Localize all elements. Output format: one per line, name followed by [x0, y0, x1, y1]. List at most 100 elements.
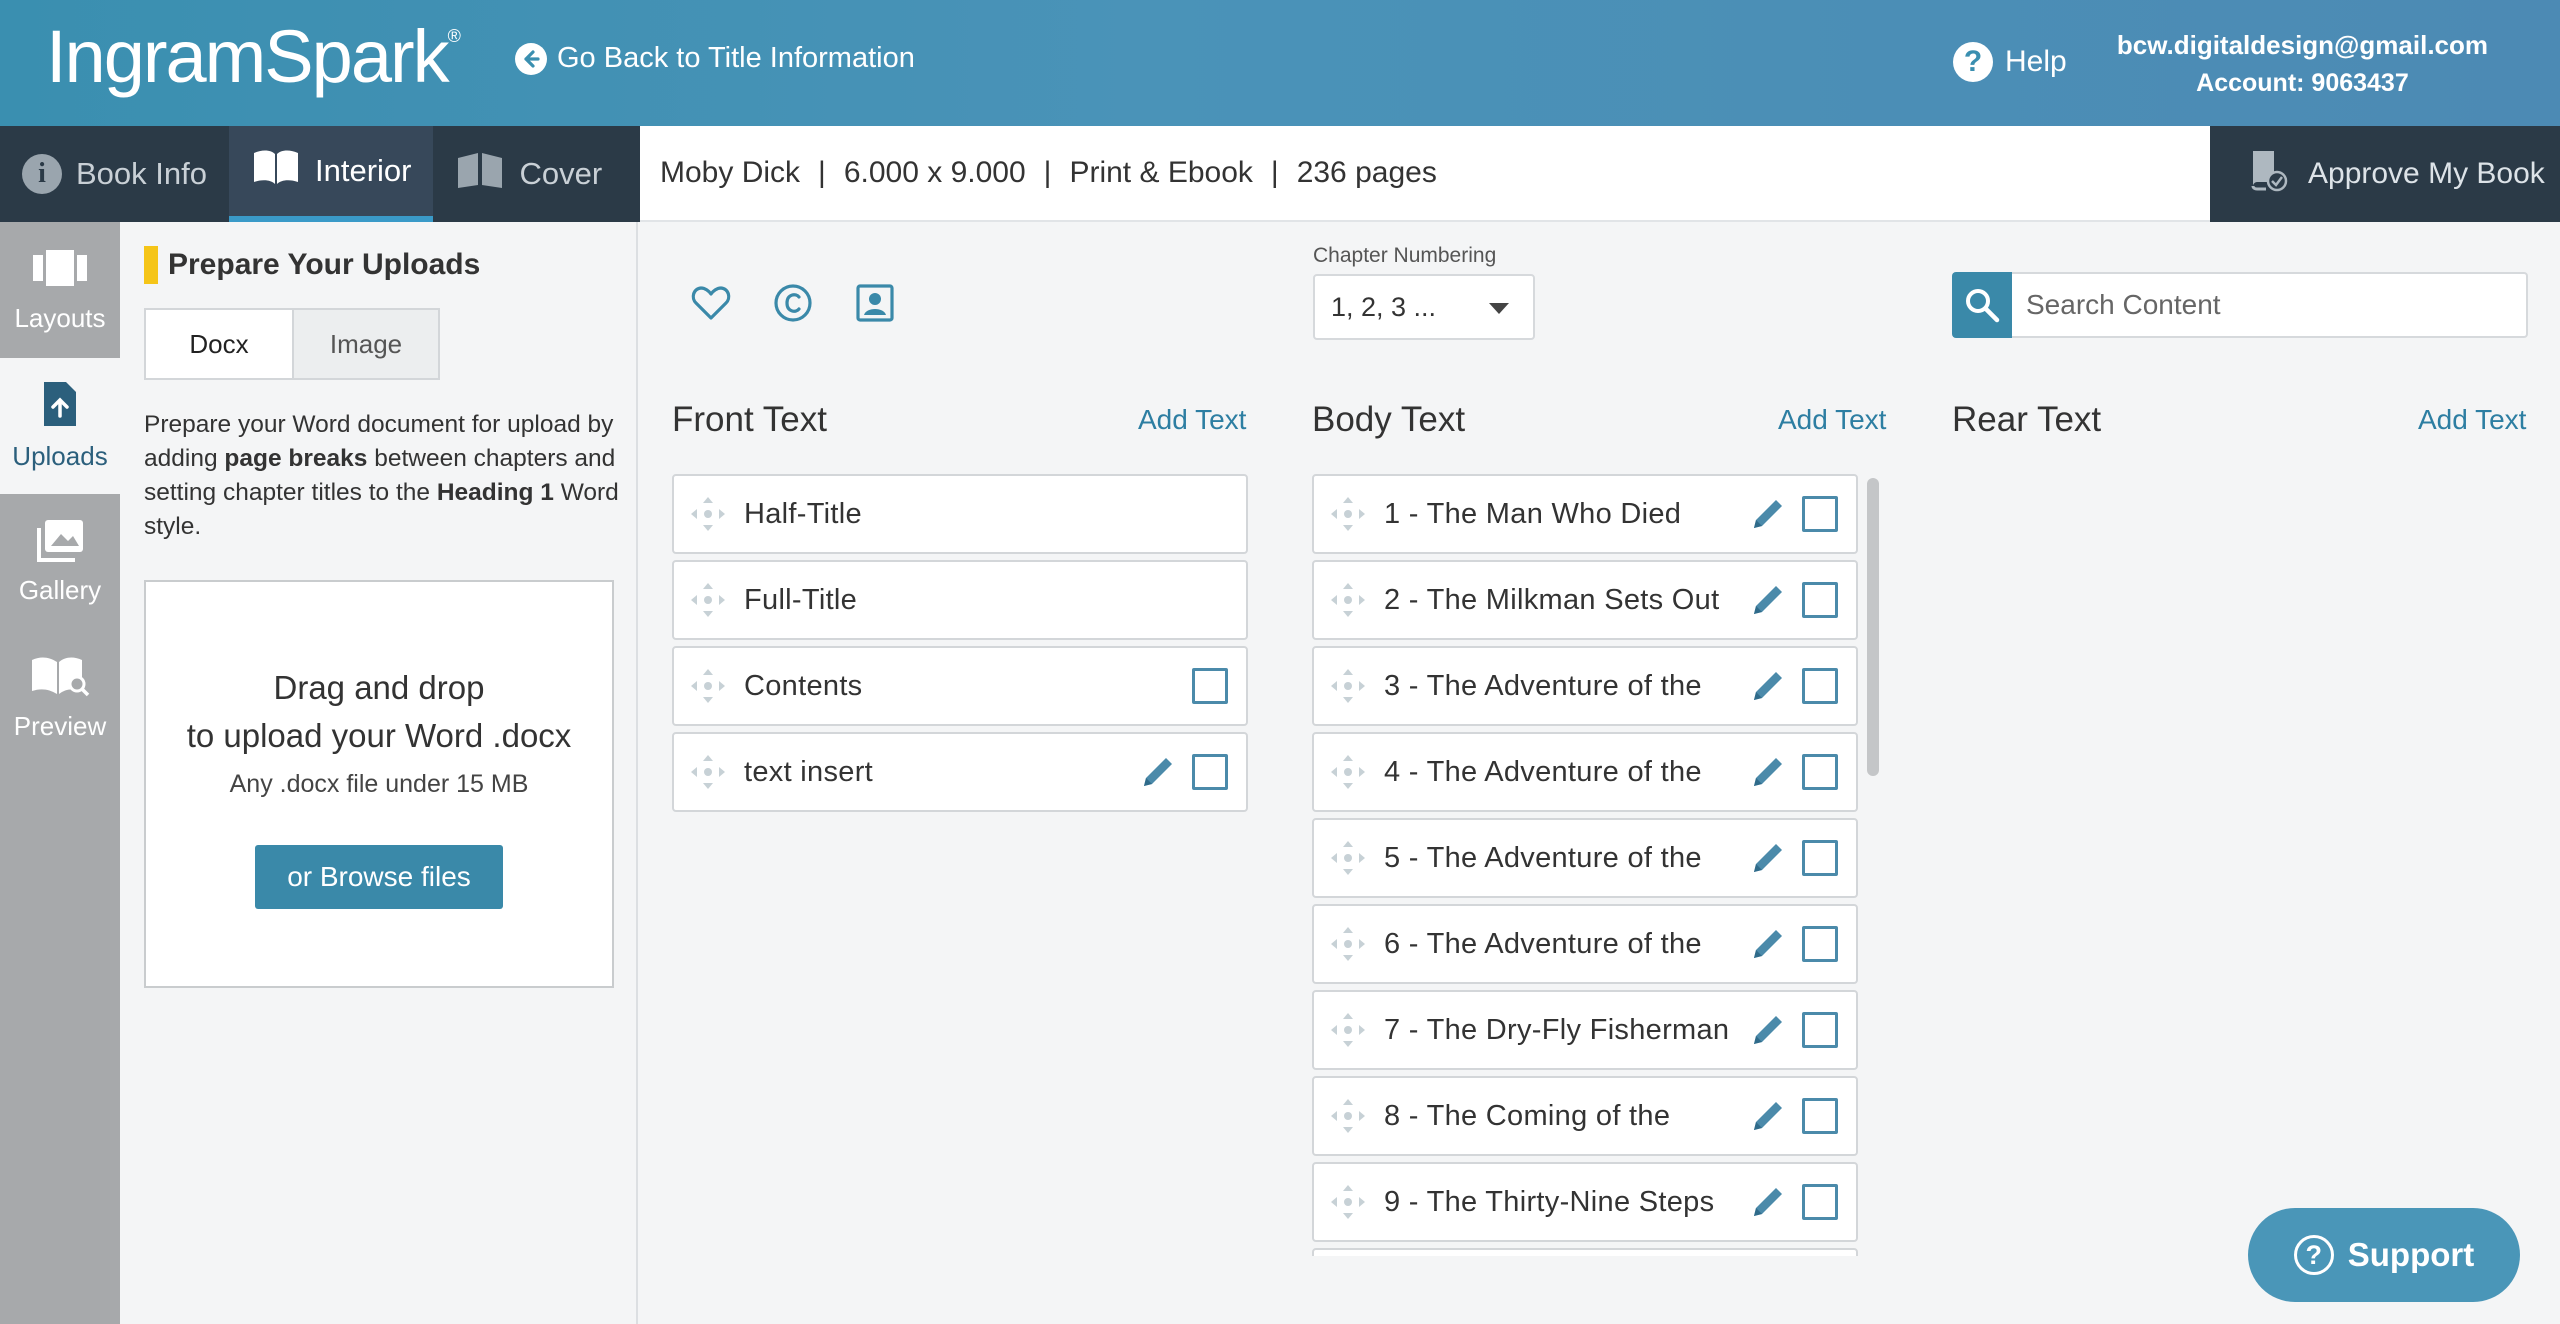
gallery-icon — [35, 518, 85, 569]
tab-label: Interior — [314, 153, 412, 188]
rear-add-text-link[interactable]: Add Text — [2418, 404, 2526, 436]
account-number: Account: 9063437 — [2196, 69, 2409, 97]
drag-handle-icon[interactable] — [688, 580, 728, 620]
list-item[interactable]: 3 - The Adventure of the — [1312, 646, 1858, 726]
list-item[interactable]: 4 - The Adventure of the — [1312, 732, 1858, 812]
pencil-icon[interactable] — [1748, 838, 1788, 878]
list-item[interactable]: 5 - The Adventure of the — [1312, 818, 1858, 898]
drop-line: to upload your Word .docx — [186, 717, 572, 754]
drag-handle-icon[interactable] — [688, 666, 728, 706]
heart-icon[interactable] — [690, 282, 732, 324]
list-item[interactable]: 8 - The Coming of the — [1312, 1076, 1858, 1156]
drag-handle-icon[interactable] — [1328, 1096, 1368, 1136]
list-item[interactable]: 9 - The Thirty-Nine Steps — [1312, 1162, 1858, 1242]
search-input[interactable] — [2012, 272, 2528, 338]
uploads-title-text: Prepare Your Uploads — [168, 248, 481, 281]
pencil-icon[interactable] — [1748, 924, 1788, 964]
drag-handle-icon[interactable] — [1328, 494, 1368, 534]
body-add-text-link[interactable]: Add Text — [1778, 404, 1886, 436]
pencil-icon[interactable] — [1748, 752, 1788, 792]
nav-label: Uploads — [12, 441, 108, 471]
drag-handle-icon[interactable] — [1328, 1182, 1368, 1222]
pencil-icon[interactable] — [1748, 1096, 1788, 1136]
book-page-count: 236 pages — [1296, 156, 1437, 189]
tab-interior[interactable]: Interior — [228, 126, 434, 222]
item-checkbox[interactable] — [1802, 582, 1838, 618]
chapter-numbering-label: Chapter Numbering — [1313, 244, 1497, 267]
drop-line: Drag and drop — [273, 669, 485, 706]
ingramspark-logo[interactable]: IngramSpark® — [46, 14, 461, 99]
nav-gallery[interactable]: Gallery — [0, 494, 120, 630]
tab-label: Book Info — [76, 156, 207, 191]
item-label: 1 - The Man Who Died — [1384, 497, 1682, 530]
nav-preview[interactable]: Preview — [0, 630, 120, 766]
list-item[interactable]: Full-Title — [672, 560, 1248, 640]
item-checkbox[interactable] — [1192, 668, 1228, 704]
drop-heading: Drag and drop to upload your Word .docx — [146, 664, 612, 760]
list-item[interactable]: Half-Title — [672, 474, 1248, 554]
separator: | — [818, 156, 826, 189]
account-email: bcw.digitaldesign@gmail.com — [2116, 30, 2488, 60]
list-item[interactable]: 1 - The Man Who Died — [1312, 474, 1858, 554]
item-checkbox[interactable] — [1802, 1098, 1838, 1134]
drag-handle-icon[interactable] — [688, 752, 728, 792]
seg-docx[interactable]: Docx — [146, 310, 292, 378]
tab-cover[interactable]: Cover — [433, 126, 624, 222]
drag-handle-icon[interactable] — [688, 494, 728, 534]
upload-type-toggle: Docx Image — [144, 308, 440, 380]
go-back-link[interactable]: Go Back to Title Information — [515, 42, 915, 75]
list-fade-mask — [1300, 1256, 1900, 1324]
pencil-icon[interactable] — [1748, 666, 1788, 706]
browse-files-button[interactable]: or Browse files — [255, 845, 503, 909]
drag-handle-icon[interactable] — [1328, 666, 1368, 706]
account-menu[interactable]: bcw.digitaldesign@gmail.com Account: 906… — [2117, 26, 2488, 102]
list-item[interactable]: 2 - The Milkman Sets Out — [1312, 560, 1858, 640]
help-link[interactable]: ? Help — [1953, 42, 2067, 82]
pencil-icon[interactable] — [1748, 1182, 1788, 1222]
author-portrait-icon[interactable] — [854, 282, 896, 324]
drag-handle-icon[interactable] — [1328, 580, 1368, 620]
item-label: 4 - The Adventure of the — [1384, 755, 1702, 788]
chapter-numbering-select[interactable]: 1, 2, 3 ... — [1313, 274, 1535, 340]
item-label: 3 - The Adventure of the — [1384, 669, 1702, 702]
support-button[interactable]: ? Support — [2248, 1208, 2520, 1302]
nav-uploads[interactable]: Uploads — [0, 358, 120, 494]
app-header: IngramSpark® Go Back to Title Informatio… — [0, 0, 2560, 126]
book-search-icon — [29, 654, 91, 705]
upload-instructions: Prepare your Word document for upload by… — [144, 408, 624, 544]
scrollbar-thumb[interactable] — [1867, 478, 1879, 776]
list-item[interactable]: text insert — [672, 732, 1248, 812]
search-button[interactable] — [1952, 272, 2012, 338]
item-checkbox[interactable] — [1802, 926, 1838, 962]
item-checkbox[interactable] — [1802, 668, 1838, 704]
tab-book-info[interactable]: i Book Info — [0, 126, 229, 222]
front-add-text-link[interactable]: Add Text — [1138, 404, 1246, 436]
question-circle-icon: ? — [2293, 1235, 2334, 1275]
nav-layouts[interactable]: Layouts — [0, 222, 120, 358]
pencil-icon[interactable] — [1748, 1010, 1788, 1050]
docx-drop-zone[interactable]: Drag and drop to upload your Word .docx … — [144, 580, 614, 988]
list-item[interactable]: 7 - The Dry-Fly Fisherman — [1312, 990, 1858, 1070]
pencil-icon[interactable] — [1138, 752, 1178, 792]
nav-label: Layouts — [14, 303, 106, 333]
drop-file-limit: Any .docx file under 15 MB — [229, 770, 529, 798]
drag-handle-icon[interactable] — [1328, 1010, 1368, 1050]
approve-my-book-button[interactable]: Approve My Book — [2210, 126, 2560, 222]
body-list-scrollbar[interactable] — [1864, 476, 1882, 1256]
seg-image[interactable]: Image — [292, 310, 438, 378]
item-checkbox[interactable] — [1802, 1012, 1838, 1048]
item-checkbox[interactable] — [1192, 754, 1228, 790]
item-checkbox[interactable] — [1802, 496, 1838, 532]
item-checkbox[interactable] — [1802, 754, 1838, 790]
list-item[interactable]: 6 - The Adventure of the — [1312, 904, 1858, 984]
drag-handle-icon[interactable] — [1328, 838, 1368, 878]
uploads-panel: Prepare Your Uploads Docx Image Prepare … — [120, 222, 638, 1324]
copyright-icon[interactable] — [772, 282, 814, 324]
item-checkbox[interactable] — [1802, 840, 1838, 876]
drag-handle-icon[interactable] — [1328, 924, 1368, 964]
item-checkbox[interactable] — [1802, 1184, 1838, 1220]
drag-handle-icon[interactable] — [1328, 752, 1368, 792]
pencil-icon[interactable] — [1748, 494, 1788, 534]
list-item[interactable]: Contents — [672, 646, 1248, 726]
pencil-icon[interactable] — [1748, 580, 1788, 620]
